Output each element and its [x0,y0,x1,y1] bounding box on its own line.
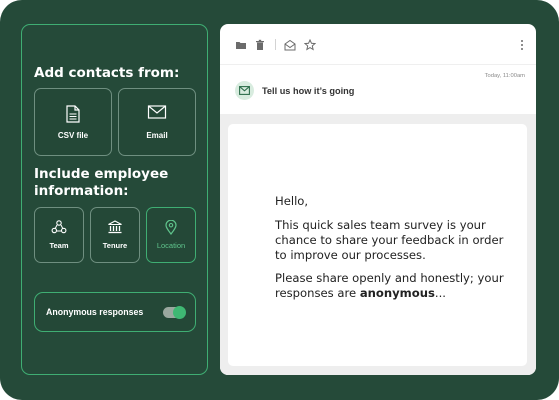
anonymous-responses-row: Anonymous responses [34,292,196,332]
csv-file-icon [66,105,80,123]
building-icon [108,220,122,234]
team-icon [51,220,67,234]
location-pin-icon [165,220,177,235]
email-toolbar [220,24,536,64]
email-paragraph-1: This quick sales team survey is your cha… [275,217,504,262]
anonymous-responses-label: Anonymous responses [46,307,144,317]
csv-file-button[interactable]: CSV file [34,88,112,156]
team-field-label: Team [49,241,69,250]
open-envelope-icon[interactable] [284,39,296,51]
email-preview: Today, 11:00am Tell us how it’s going He… [220,24,536,375]
app-frame: Add contacts from: CSV file Email Includ… [0,0,559,400]
survey-settings-panel: Add contacts from: CSV file Email Includ… [21,24,208,375]
anonymous-emphasis: anonymous [359,286,435,300]
email-paragraph-2: Please share openly and honestly; your r… [275,271,505,301]
email-header: Today, 11:00am Tell us how it’s going [220,64,536,112]
location-field-button[interactable]: Location [146,207,196,263]
email-body-card: Hello, This quick sales team survey is y… [228,124,527,366]
tenure-field-label: Tenure [102,241,128,250]
csv-file-label: CSV file [57,131,89,140]
team-field-button[interactable]: Team [34,207,84,263]
employee-info-title: Include employee information: [34,166,169,199]
mail-icon [239,86,250,95]
star-icon[interactable] [304,39,316,51]
email-subject: Tell us how it’s going [262,86,355,96]
envelope-icon [147,105,167,119]
email-source-label: Email [146,131,168,140]
folder-icon[interactable] [235,39,247,51]
tenure-field-button[interactable]: Tenure [90,207,140,263]
location-field-label: Location [156,241,186,250]
more-vertical-icon[interactable] [516,39,528,51]
toolbar-separator [275,39,276,50]
email-source-button[interactable]: Email [118,88,196,156]
email-greeting: Hello, [275,194,309,208]
toggle-knob [173,305,186,319]
add-contacts-title: Add contacts from: [34,65,180,81]
email-body-text: Hello, This quick sales team survey is y… [275,194,505,310]
sender-avatar [235,81,254,100]
email-body-area: Hello, This quick sales team survey is y… [220,114,536,375]
anonymous-responses-toggle[interactable] [163,305,186,319]
email-paragraph-2-ellipsis: ... [434,286,446,300]
email-date: Today, 11:00am [484,73,525,79]
trash-icon[interactable] [254,39,266,51]
